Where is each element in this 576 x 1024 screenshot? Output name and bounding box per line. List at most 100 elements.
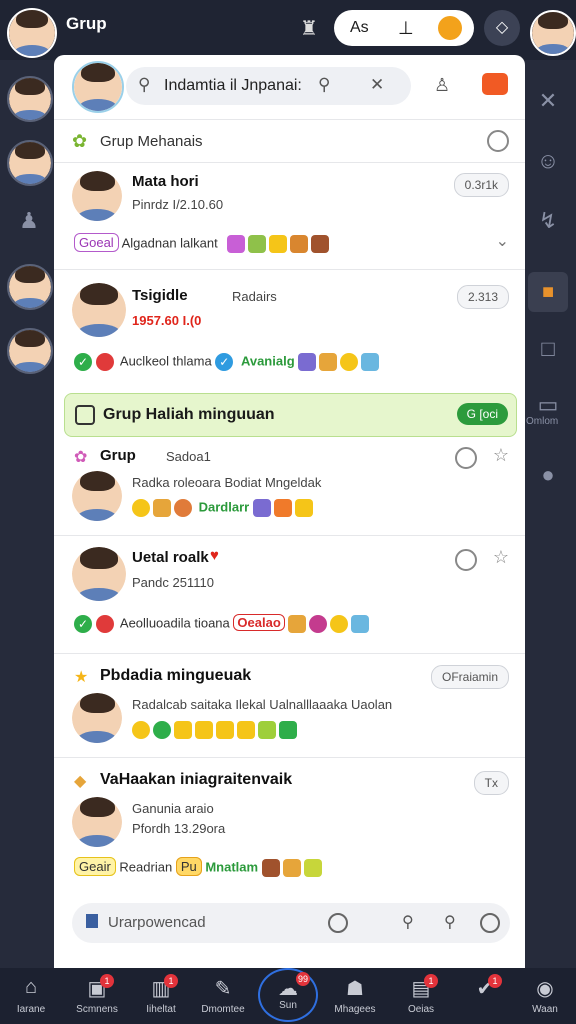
sticker-icon [319,353,338,371]
chat-icon[interactable] [455,549,477,571]
avatar [72,283,126,337]
sticker-icon [258,721,276,739]
pin-icon[interactable]: ⚲ [444,912,456,932]
chat-icon[interactable]: ☺ [533,148,563,174]
tab-grid[interactable]: ▥ 1 Iiheltat [130,974,192,1015]
sticker-icon [288,615,307,633]
chat-icon[interactable] [455,447,477,469]
avatar [72,693,122,743]
link-icon[interactable]: ↯ [533,208,563,234]
tab-center[interactable]: ☁ 99 Sun [258,968,318,1022]
search-icon[interactable]: ⚲ [402,912,414,932]
sticker-icon [303,859,322,877]
box-icon [311,235,330,253]
sticker-icon [248,235,267,253]
tools-icon: ✎ [214,978,232,1000]
search-icon[interactable]: ⚲ [318,75,330,95]
folder-icon[interactable]: ▭ [533,392,563,418]
close-icon[interactable]: ✕ [533,88,563,114]
refresh-icon[interactable] [487,130,509,152]
group-banner[interactable]: Grup Haliah minguuan G [oci [64,393,517,437]
star-icon [237,721,255,739]
status-badge: OFraiamin [430,665,509,689]
emoji-icon [132,499,150,517]
tab-docs[interactable]: ▤ 1 Oeias [390,974,452,1015]
tab-inbox[interactable]: ▣ 1 Scmnens [66,974,128,1015]
search-bar[interactable]: ⚲ Indamtia il Jnpanai: ⚲ ✕ [126,67,411,105]
sticker-icon [279,721,297,739]
status-badge: Tx [473,771,509,795]
profile-avatar[interactable] [530,10,576,56]
sticker-icon [282,859,301,877]
share-icon[interactable]: ☆ [493,547,509,568]
tab-people[interactable]: ☗ Mhagees [324,976,386,1015]
sticker-icon [309,615,328,633]
bookmark-icon [86,914,98,928]
user-icon[interactable]: ♙ [434,75,450,96]
contact-avatar[interactable] [7,76,53,122]
heart-icon: ♥ [210,547,219,564]
doc-icon: ▤ [411,978,431,1000]
list-item[interactable]: ★ Pbdadia mingueuak OFraiamin Radalcab s… [54,653,525,758]
list-item[interactable]: Tsigidle Radairs 1957.60 I.(0 2.313 ✓ Au… [54,269,525,389]
count-badge: 2.313 [456,285,509,309]
at-icon[interactable] [328,913,348,933]
settings-icon[interactable]: ◇ [484,10,520,46]
contact-avatar[interactable] [7,328,53,374]
star-icon [195,721,213,739]
avatar [72,547,126,601]
inbox-icon: ▣ [87,978,107,1000]
tab-check[interactable]: ✔ 1 [454,974,516,1004]
group-avatar[interactable] [72,61,124,113]
star-icon: ★ [74,669,89,686]
tab-tools[interactable]: ✎ Dmomtee [192,976,254,1015]
grid-icon: ▥ [151,978,171,1000]
section-header: ✿ Grup Mehanais [54,119,525,163]
clear-icon[interactable]: ✕ [370,75,384,95]
list-item[interactable]: ✿ Grup Sadoa1 ☆ Radka roleoara Bodiat Mn… [54,439,525,536]
info-icon [75,405,95,425]
list-item[interactable]: Mata hori Pinrdz I/2.10.60 0.3r1k Goeal … [54,161,525,270]
star-icon [216,721,234,739]
sticker-icon [174,499,192,517]
emoji-icon [153,721,171,739]
record-icon[interactable]: ● [533,462,563,488]
tab-more[interactable]: ◉ Waan [514,976,576,1015]
list-item[interactable]: ◆ VaHaakan iniagraitenvaik Tx Ganunia ar… [54,757,525,895]
avatar[interactable] [7,8,57,58]
bookmark-icon[interactable]: ■ [528,272,568,312]
trophy-icon[interactable]: ♜ [300,16,318,41]
emoji-icon[interactable] [480,913,500,933]
circle-icon: ◉ [536,978,554,1000]
bottle-icon [351,615,370,633]
window-icon[interactable]: □ [533,336,563,362]
status-badge: G [oci [456,403,508,425]
tag: Goeal [74,233,119,253]
status-pill[interactable]: As ⊥ [334,10,474,46]
tab-home[interactable]: ⌂ Iarane [0,976,62,1015]
side-label: Omlom [526,416,559,427]
person-icon[interactable]: ♟ [14,208,44,234]
list-item[interactable]: Uetal roalk ♥ Pandc 251110 ☆ ✓ Aeolluoad… [54,535,525,654]
flower-icon: ✿ [74,449,88,466]
sticker-icon [298,353,317,371]
sticker-icon: ◆ [74,773,87,790]
emoji-icon [132,721,150,739]
sun-icon [330,615,349,633]
sticker-icon [252,499,271,517]
contact-avatar[interactable] [7,140,53,186]
contact-avatar[interactable] [7,264,53,310]
star-icon: ✿ [72,131,88,151]
video-icon[interactable] [482,73,508,95]
avatar [72,171,122,221]
check-icon: ✓ [74,353,92,371]
share-icon[interactable]: ☆ [493,445,509,466]
chevron-down-icon[interactable]: ⌄ [496,231,509,251]
sticker-icon [294,499,313,517]
message-input[interactable]: Urarpowencad ⚲ ⚲ [72,903,510,943]
star-icon [174,721,192,739]
check-icon: ✔ [476,978,494,1000]
rocket-icon [273,499,292,517]
sun-icon [340,353,359,371]
search-input[interactable]: Indamtia il Jnpanai: [164,77,302,95]
